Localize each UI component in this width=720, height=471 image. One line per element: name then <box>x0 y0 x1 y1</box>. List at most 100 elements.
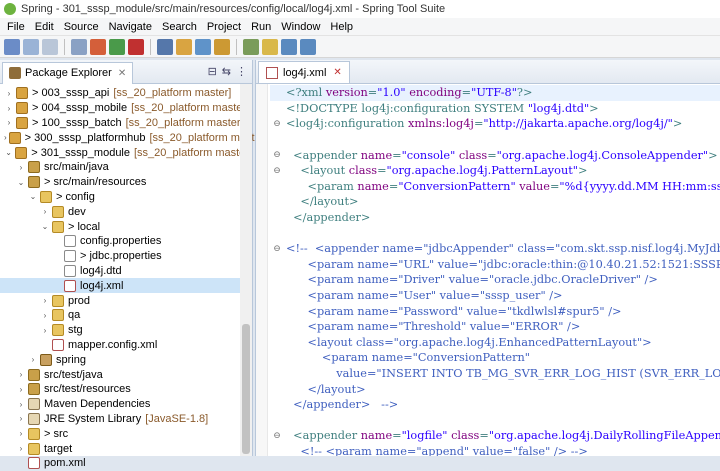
code-line[interactable]: <param name="Password" value="tkdlwlsl#s… <box>270 303 720 319</box>
tree-item[interactable]: › src/test/resources <box>0 382 252 397</box>
print-icon[interactable] <box>71 38 87 55</box>
code-area[interactable]: <?xml version="1.0" encoding="UTF-8"?> <!… <box>270 85 720 456</box>
tree-item[interactable]: ⌄ > 301_sssp_module [ss_20_platform master… <box>0 145 252 160</box>
tree-item[interactable]: config.properties <box>0 234 252 249</box>
chevron-down-icon[interactable]: ⌄ <box>28 192 38 201</box>
tree-item[interactable]: log4j.xml <box>0 278 252 294</box>
code-line[interactable]: <layout class="org.apache.log4j.Enhanced… <box>270 335 720 351</box>
code-line[interactable]: <param name="User" value="sssp_user" /> <box>270 288 720 304</box>
chevron-right-icon[interactable]: › <box>16 400 26 409</box>
chevron-right-icon[interactable]: › <box>40 207 50 216</box>
package-explorer-tab[interactable]: Package Explorer ✕ <box>2 61 134 84</box>
code-line[interactable] <box>270 132 720 148</box>
code-line[interactable]: </layout> <box>270 381 720 397</box>
menu-file[interactable]: File <box>2 21 30 33</box>
fold-toggle-icon[interactable]: ⊖ <box>270 431 284 441</box>
tree-item[interactable]: ⌄ > config <box>0 190 252 205</box>
menu-help[interactable]: Help <box>325 21 358 33</box>
chevron-right-icon[interactable]: › <box>16 429 26 438</box>
tree-item[interactable]: › src/main/java <box>0 160 252 175</box>
code-line[interactable]: ⊖ <appender name="logfile" class="org.ap… <box>270 428 720 444</box>
annotation-icon[interactable] <box>262 38 278 55</box>
code-line[interactable]: value="INSERT INTO TB_MG_SVR_ERR_LOG_HIS… <box>270 366 720 382</box>
code-line[interactable]: </appender> --> <box>270 397 720 413</box>
chevron-right-icon[interactable]: › <box>4 133 7 142</box>
fold-toggle-icon[interactable]: ⊖ <box>270 244 284 254</box>
tree-item[interactable]: › stg <box>0 323 252 338</box>
chevron-right-icon[interactable]: › <box>4 118 14 127</box>
chevron-right-icon[interactable]: › <box>40 311 50 320</box>
vertical-scrollbar[interactable] <box>240 84 252 456</box>
tree-item[interactable]: › spring <box>0 352 252 367</box>
link-editor-icon[interactable]: ⇆ <box>222 65 231 78</box>
code-line[interactable]: <param name="Driver" value="oracle.jdbc.… <box>270 272 720 288</box>
external-tools-icon[interactable] <box>157 38 173 55</box>
search-icon[interactable] <box>214 38 230 55</box>
tree-item[interactable]: › prod <box>0 293 252 308</box>
tree-item[interactable]: ⌄ > src/main/resources <box>0 175 252 190</box>
tree-item[interactable]: > jdbc.properties <box>0 249 252 264</box>
scrollbar-thumb[interactable] <box>242 324 250 454</box>
code-line[interactable]: <?xml version="1.0" encoding="UTF-8"?> <box>270 85 720 101</box>
open-type-icon[interactable] <box>195 38 211 55</box>
tree-item[interactable]: › > 003_sssp_api [ss_20_platform master] <box>0 86 252 101</box>
menu-source[interactable]: Source <box>59 21 104 33</box>
close-icon[interactable]: ✕ <box>118 68 126 79</box>
code-line[interactable] <box>270 412 720 428</box>
menu-search[interactable]: Search <box>157 21 202 33</box>
tree-item[interactable]: › src/test/java <box>0 367 252 382</box>
close-icon[interactable]: ✕ <box>333 67 341 78</box>
tree-item[interactable]: › > 100_sssp_batch [ss_20_platform master] <box>0 116 252 131</box>
chevron-right-icon[interactable]: › <box>16 385 26 394</box>
code-line[interactable]: ⊖ <layout class="org.apache.log4j.Patter… <box>270 163 720 179</box>
tree-item[interactable]: pom.xml <box>0 456 252 471</box>
spring-icon[interactable] <box>243 38 259 55</box>
tree-item[interactable]: › dev <box>0 204 252 219</box>
tree-item[interactable]: › > 300_sssp_platformhub [ss_20_platform m… <box>0 130 267 145</box>
chevron-right-icon[interactable]: › <box>4 104 14 113</box>
fold-toggle-icon[interactable]: ⊖ <box>270 119 284 129</box>
code-line[interactable]: ⊖ <!-- <appender name="jdbcAppender" clas… <box>270 241 720 257</box>
code-line[interactable]: <param name="ConversionPattern" value="%… <box>270 179 720 195</box>
code-line[interactable]: <!-- <param name="append" value="false" … <box>270 444 720 456</box>
code-line[interactable]: <param name="URL" value="jdbc:oracle:thi… <box>270 257 720 273</box>
tree-item[interactable]: › > src <box>0 426 252 441</box>
code-line[interactable] <box>270 225 720 241</box>
forward-icon[interactable] <box>300 38 316 55</box>
chevron-down-icon[interactable]: ⌄ <box>4 148 13 157</box>
menu-project[interactable]: Project <box>202 21 246 33</box>
chevron-right-icon[interactable]: › <box>40 326 50 335</box>
tree-item[interactable]: log4j.dtd <box>0 264 252 279</box>
code-line[interactable]: <param name="ConversionPattern" <box>270 350 720 366</box>
menu-run[interactable]: Run <box>246 21 276 33</box>
tree-item[interactable]: › target <box>0 441 252 456</box>
chevron-right-icon[interactable]: › <box>16 444 26 453</box>
menu-window[interactable]: Window <box>276 21 325 33</box>
chevron-right-icon[interactable]: › <box>4 89 14 98</box>
chevron-down-icon[interactable]: ⌄ <box>16 178 26 187</box>
tree-item[interactable]: › Maven Dependencies <box>0 397 252 412</box>
code-line[interactable]: <param name="Threshold" value="ERROR" /> <box>270 319 720 335</box>
chevron-right-icon[interactable]: › <box>16 370 26 379</box>
back-icon[interactable] <box>281 38 297 55</box>
new-package-icon[interactable] <box>176 38 192 55</box>
code-line[interactable]: </layout> <box>270 194 720 210</box>
stop-icon[interactable] <box>128 38 144 55</box>
tree-item[interactable]: › > 004_sssp_mobile [ss_20_platform master… <box>0 101 252 116</box>
run-icon[interactable] <box>109 38 125 55</box>
debug-icon[interactable] <box>90 38 106 55</box>
code-line[interactable]: ⊖ <log4j:configuration xmlns:log4j="http:… <box>270 116 720 132</box>
chevron-right-icon[interactable]: › <box>16 414 26 423</box>
code-line[interactable]: </appender> <box>270 210 720 226</box>
tree-item[interactable]: mapper.config.xml <box>0 338 252 353</box>
save-icon[interactable] <box>23 38 39 55</box>
tree-item[interactable]: › qa <box>0 308 252 323</box>
chevron-right-icon[interactable]: › <box>40 296 50 305</box>
tab-log4j-xml[interactable]: log4j.xml ✕ <box>258 61 350 83</box>
collapse-all-icon[interactable]: ⊟ <box>208 65 217 78</box>
new-icon[interactable] <box>4 38 20 55</box>
chevron-down-icon[interactable]: ⌄ <box>40 222 50 231</box>
chevron-right-icon[interactable]: › <box>28 355 38 364</box>
tree-item[interactable]: ⌄ > local <box>0 219 252 234</box>
code-line[interactable]: <!DOCTYPE log4j:configuration SYSTEM "lo… <box>270 101 720 117</box>
